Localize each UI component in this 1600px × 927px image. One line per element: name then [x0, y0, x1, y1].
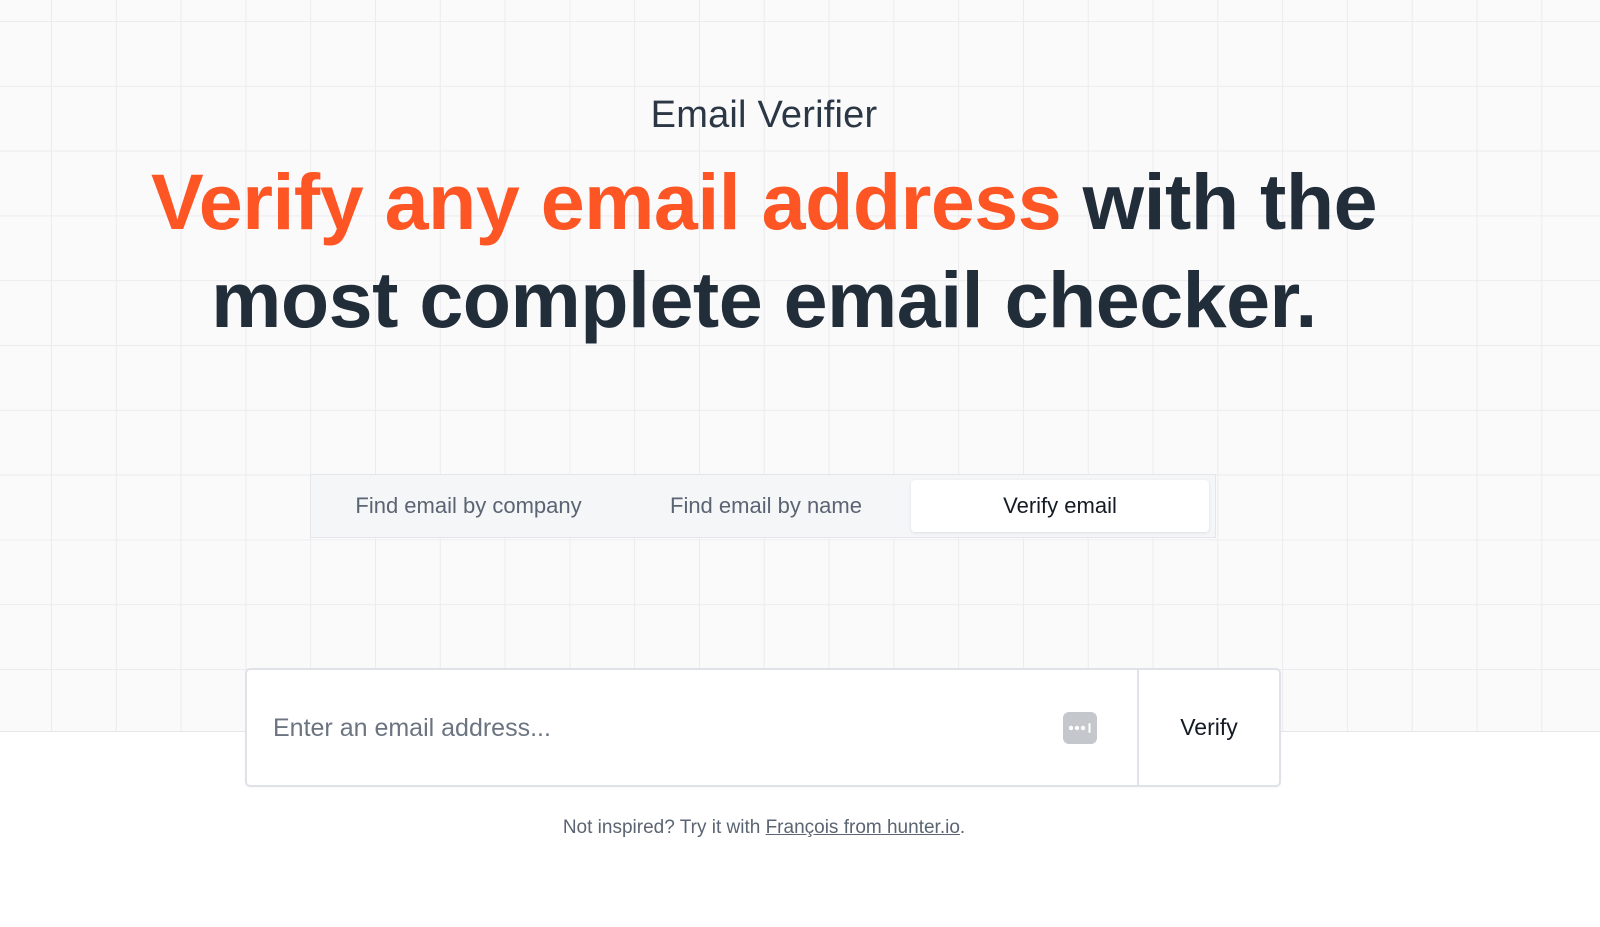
- autofill-dots-glyph: [1068, 722, 1091, 733]
- hint-suffix: .: [959, 817, 966, 838]
- hero-headline: Verify any email address with the most c…: [150, 153, 1378, 349]
- hint-text: Not inspired? Try it with François from …: [0, 817, 1528, 839]
- page-eyebrow: Email Verifier: [650, 94, 878, 136]
- tab-verify-email[interactable]: Verify email: [911, 480, 1209, 532]
- hint-prefix: Not inspired? Try it with: [562, 817, 766, 838]
- email-input[interactable]: [247, 670, 1063, 787]
- tab-find-by-company[interactable]: Find email by company: [316, 480, 621, 532]
- email-search-box: Verify: [245, 668, 1281, 787]
- password-autofill-icon[interactable]: [1063, 711, 1097, 744]
- headline-accent: Verify any email address: [150, 157, 1062, 246]
- tool-tabs: Find email by company Find email by name…: [310, 474, 1216, 538]
- verify-button[interactable]: Verify: [1137, 670, 1279, 785]
- example-link[interactable]: François from hunter.io: [766, 817, 960, 838]
- tab-find-by-name[interactable]: Find email by name: [621, 480, 911, 532]
